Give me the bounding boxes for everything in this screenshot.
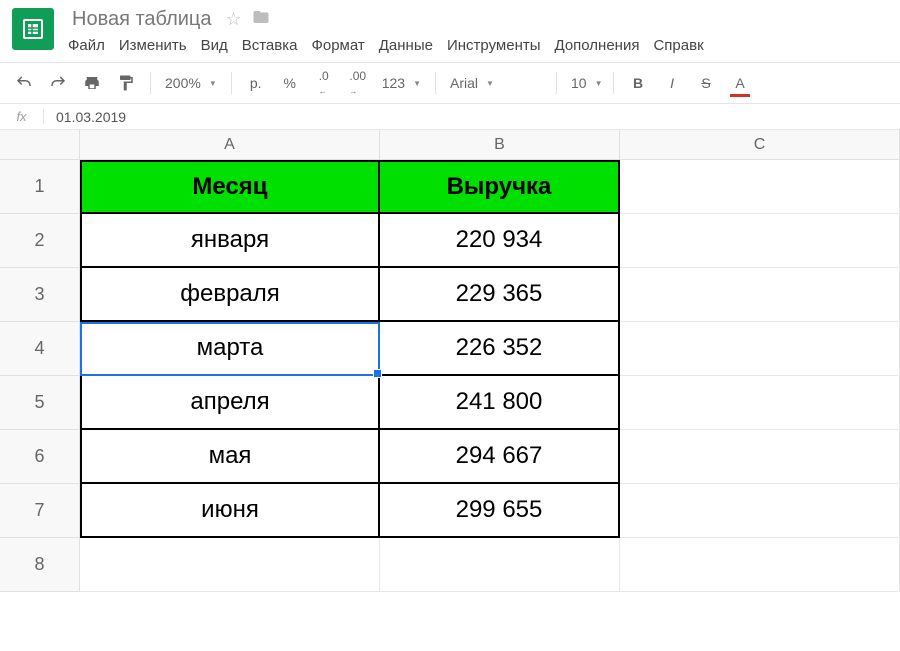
menu-format[interactable]: Формат	[311, 37, 364, 54]
fx-label: fx	[0, 109, 44, 124]
menu-tools[interactable]: Инструменты	[447, 37, 541, 54]
select-all-corner[interactable]	[0, 130, 80, 160]
star-icon[interactable]: ☆	[226, 9, 242, 30]
percent-button[interactable]: %	[276, 69, 304, 97]
cell-C4[interactable]	[620, 322, 900, 376]
title-bar: Новая таблица ☆ Файл Изменить Вид Вставк…	[0, 0, 900, 62]
row-header-7[interactable]: 7	[0, 484, 80, 538]
redo-icon[interactable]	[44, 69, 72, 97]
menu-data[interactable]: Данные	[379, 37, 433, 54]
number-format-select[interactable]: 123	[378, 75, 425, 91]
cell-A7[interactable]: июня	[80, 484, 380, 538]
row-header-5[interactable]: 5	[0, 376, 80, 430]
menu-addons[interactable]: Дополнения	[555, 37, 640, 54]
cell-A2[interactable]: января	[80, 214, 380, 268]
zoom-select[interactable]: 200%	[161, 75, 221, 91]
cell-A6[interactable]: мая	[80, 430, 380, 484]
toolbar: 200% р. % .0← .00→ 123 Arial 10 B I S A	[0, 62, 900, 104]
cell-B4[interactable]: 226 352	[380, 322, 620, 376]
cell-C8[interactable]	[620, 538, 900, 592]
cell-C2[interactable]	[620, 214, 900, 268]
menu-bar: Файл Изменить Вид Вставка Формат Данные …	[68, 33, 704, 62]
menu-file[interactable]: Файл	[68, 37, 105, 54]
row-header-8[interactable]: 8	[0, 538, 80, 592]
cell-A4[interactable]: марта	[80, 322, 380, 376]
cell-B7[interactable]: 299 655	[380, 484, 620, 538]
col-header-B[interactable]: B	[380, 130, 620, 160]
menu-edit[interactable]: Изменить	[119, 37, 187, 54]
cell-A8[interactable]	[80, 538, 380, 592]
strikethrough-button[interactable]: S	[692, 69, 720, 97]
menu-help[interactable]: Справк	[653, 37, 703, 54]
menu-insert[interactable]: Вставка	[242, 37, 298, 54]
cell-A1[interactable]: Месяц	[80, 160, 380, 214]
italic-button[interactable]: I	[658, 69, 686, 97]
row-header-6[interactable]: 6	[0, 430, 80, 484]
cell-C7[interactable]	[620, 484, 900, 538]
document-title[interactable]: Новая таблица	[68, 6, 216, 33]
cell-C6[interactable]	[620, 430, 900, 484]
bold-button[interactable]: B	[624, 69, 652, 97]
cell-A3[interactable]: февраля	[80, 268, 380, 322]
undo-icon[interactable]	[10, 69, 38, 97]
print-icon[interactable]	[78, 69, 106, 97]
spreadsheet-grid: 1 2 3 4 5 6 7 8 A B C Месяц Выручка янва…	[0, 130, 900, 592]
currency-button[interactable]: р.	[242, 69, 270, 97]
col-header-A[interactable]: A	[80, 130, 380, 160]
cell-B2[interactable]: 220 934	[380, 214, 620, 268]
text-color-button[interactable]: A	[726, 69, 754, 97]
paint-format-icon[interactable]	[112, 69, 140, 97]
cell-B1[interactable]: Выручка	[380, 160, 620, 214]
cell-B6[interactable]: 294 667	[380, 430, 620, 484]
cell-C1[interactable]	[620, 160, 900, 214]
font-size-select[interactable]: 10	[567, 75, 603, 91]
cell-C3[interactable]	[620, 268, 900, 322]
decrease-decimal-button[interactable]: .0←	[310, 69, 338, 97]
cell-A5[interactable]: апреля	[80, 376, 380, 430]
increase-decimal-button[interactable]: .00→	[344, 69, 372, 97]
font-select[interactable]: Arial	[446, 75, 546, 91]
row-header-4[interactable]: 4	[0, 322, 80, 376]
formula-input[interactable]: 01.03.2019	[44, 109, 126, 125]
row-header-1[interactable]: 1	[0, 160, 80, 214]
sheets-logo-icon[interactable]	[12, 8, 54, 50]
cell-B8[interactable]	[380, 538, 620, 592]
row-header-2[interactable]: 2	[0, 214, 80, 268]
cell-B5[interactable]: 241 800	[380, 376, 620, 430]
folder-icon[interactable]	[252, 8, 270, 31]
cell-C5[interactable]	[620, 376, 900, 430]
row-header-3[interactable]: 3	[0, 268, 80, 322]
menu-view[interactable]: Вид	[201, 37, 228, 54]
formula-bar: fx 01.03.2019	[0, 104, 900, 130]
col-header-C[interactable]: C	[620, 130, 900, 160]
cell-B3[interactable]: 229 365	[380, 268, 620, 322]
